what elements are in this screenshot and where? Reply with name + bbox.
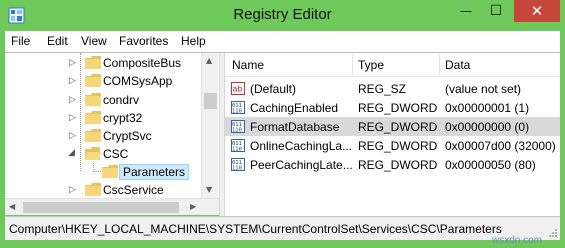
tree-item-label: Parameters [119,164,190,180]
registry-value-row[interactable]: 011 110 CachingEnabled REG_DWORD 0x000000… [225,98,560,117]
svg-text:110: 110 [232,128,242,134]
list-header: Name Type Data [225,53,560,77]
value-type: REG_SZ [358,82,407,96]
tree-item-label: CompositeBus [103,56,182,70]
tree-item-parameters[interactable]: Parameters [5,163,205,181]
tree-item-label: condrv [103,93,140,107]
tree-item-compositebus[interactable]: ▷ CompositeBus [5,54,205,72]
resize-grip-icon[interactable] [548,228,558,238]
value-name: OnlineCachingLa... [250,139,353,153]
status-bar: Computer\HKEY_LOCAL_MACHINE\SYSTEM\Curre… [5,216,560,240]
folder-icon [85,56,101,69]
value-type: REG_DWORD [358,101,438,115]
binary-value-icon: 011110 [231,101,245,114]
menu-view[interactable]: View [81,34,107,48]
window-title: Registry Editor [233,6,332,23]
expand-arrow-icon[interactable]: ▷ [69,130,77,140]
folder-icon [102,165,118,178]
status-path: Computer\HKEY_LOCAL_MACHINE\SYSTEM\Curre… [9,222,502,236]
maximize-button[interactable] [482,0,510,22]
title-bar[interactable]: Registry Editor [0,0,565,30]
svg-text:110: 110 [232,109,242,115]
registry-value-row[interactable]: 011 110 PeerCachingLate... REG_DWORD 0x00… [225,155,560,174]
scroll-right-icon[interactable]: ▶ [190,202,196,211]
collapse-arrow-icon[interactable]: ◢ [68,147,76,157]
value-type: REG_DWORD [358,139,438,153]
column-header-name[interactable]: Name [232,58,264,72]
svg-text:110: 110 [232,147,242,153]
folder-icon [85,183,101,196]
menu-bar: File Edit View Favorites Help [5,31,560,52]
folder-icon [85,111,101,124]
tree-item-comsysapp[interactable]: ▷ COMSysApp [5,72,205,90]
menu-help[interactable]: Help [181,34,206,48]
tree-item-cryptsvc[interactable]: ▷ CryptSvc [5,127,205,145]
value-name: PeerCachingLate... [250,158,353,172]
column-divider[interactable] [352,53,353,77]
expand-arrow-icon[interactable]: ▷ [69,184,77,194]
tree-horizontal-scrollbar[interactable]: ◀ ▶ [5,198,219,215]
scroll-left-icon[interactable]: ◀ [9,202,15,211]
expand-arrow-icon[interactable]: ▷ [69,75,77,85]
folder-icon [85,93,101,106]
value-data: 0x00007d00 (32000) [445,139,556,153]
expand-arrow-icon[interactable]: ▷ [69,94,77,104]
svg-text:ab: ab [233,85,243,94]
expand-arrow-icon[interactable]: ▷ [69,57,77,67]
tree-item-label: COMSysApp [103,74,173,88]
expand-arrow-icon[interactable]: ▷ [69,112,77,122]
svg-text:110: 110 [232,166,242,172]
registry-value-row[interactable]: 011 110 OnlineCachingLa... REG_DWORD 0x00… [225,136,560,155]
binary-value-icon: 011110 [231,158,245,171]
value-type: REG_DWORD [358,158,438,172]
registry-value-row[interactable]: ab (Default) REG_SZ (value not set) [225,79,560,98]
tree-item-cscservice[interactable]: ▷ CscService [5,181,205,198]
registry-value-row[interactable]: 011 110 FormatDatabase REG_DWORD 0x000000… [225,117,560,136]
tree-vertical-scrollbar[interactable]: ▲ ▼ [201,53,218,198]
open-folder-icon [85,147,101,160]
tree-item-label: CSC [103,147,129,161]
registry-editor-window: Registry Editor File Edit View Favorites… [0,0,565,248]
menu-file[interactable]: File [11,34,30,48]
tree-item-condrv[interactable]: ▷ condrv [5,91,205,109]
value-data: 0x00000000 (0) [445,120,530,134]
client-area: ▷ CompositeBus ▷ COMSysApp ▷ condrv ▷ cr… [5,52,560,216]
watermark: wsxdn.com [492,235,543,246]
values-list[interactable]: Name Type Data ab (Default) REG_SZ (valu… [225,53,560,216]
binary-value-icon: 011110 [231,139,245,152]
key-tree[interactable]: ▷ CompositeBus ▷ COMSysApp ▷ condrv ▷ cr… [5,53,219,198]
tree-item-label: CscService [103,183,164,197]
menu-favorites[interactable]: Favorites [119,34,168,48]
binary-value-icon: 011110 [231,120,245,133]
scroll-down-icon[interactable]: ▼ [206,185,212,194]
menu-edit[interactable]: Edit [47,34,68,48]
tree-item-csc[interactable]: ◢ CSC [5,145,205,163]
scroll-thumb[interactable] [204,93,217,109]
string-value-icon: ab [231,82,245,95]
scroll-thumb[interactable] [23,202,179,213]
tree-item-label: CryptSvc [103,129,152,143]
value-name: (Default) [250,82,297,96]
scroll-up-icon[interactable]: ▲ [206,56,212,65]
close-button[interactable] [514,0,560,22]
folder-icon [85,129,101,142]
value-type: REG_DWORD [358,120,438,134]
tree-item-crypt32[interactable]: ▷ crypt32 [5,109,205,127]
column-header-type[interactable]: Type [358,58,384,72]
tree-item-label: crypt32 [103,111,143,125]
value-data: 0x00000050 (80) [445,158,536,172]
value-data: (value not set) [445,82,522,96]
value-name: CachingEnabled [250,101,339,115]
folder-icon [85,74,101,87]
column-divider[interactable] [439,53,440,77]
column-header-data[interactable]: Data [445,58,470,72]
value-name: FormatDatabase [250,120,340,134]
value-data: 0x00000001 (1) [445,101,530,115]
minimize-button[interactable] [452,0,480,22]
